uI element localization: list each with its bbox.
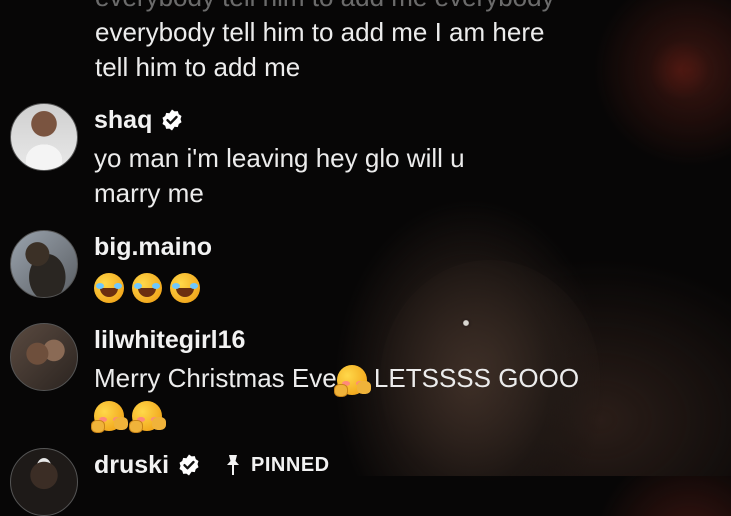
face-with-tears-of-joy-icon (132, 273, 162, 303)
comment-line: Merry Christmas Eve LETSSSS GOOO (94, 361, 580, 398)
verified-badge-icon (179, 454, 199, 476)
username[interactable]: shaq (94, 106, 152, 135)
comment-line: tell him to add me (95, 52, 301, 82)
avatar[interactable] (10, 323, 78, 391)
smiling-face-with-hearts-icon (333, 365, 367, 398)
comment-text-part: LETSSSS GOOO (366, 363, 580, 393)
avatar[interactable] (10, 230, 78, 298)
avatar[interactable] (10, 103, 78, 171)
username[interactable]: lilwhitegirl16 (94, 326, 245, 355)
comment-text-part: Merry Christmas Eve (94, 363, 337, 393)
continued-comment: everybody tell him to add me everybody e… (95, 0, 555, 85)
smiling-face-with-hearts-icon (129, 401, 162, 433)
comment-line-faded: everybody tell him to add me everybody (95, 0, 555, 15)
username[interactable]: druski (94, 451, 169, 480)
smiling-face-with-hearts-icon (91, 401, 124, 433)
pin-icon (227, 455, 240, 475)
comment-line: yo man i'm leaving hey glo will u (94, 143, 465, 173)
face-with-tears-of-joy-icon (94, 273, 124, 303)
face-with-tears-of-joy-icon (170, 273, 200, 303)
comment-line: marry me (94, 178, 204, 208)
pinned-label: PINNED (251, 453, 330, 476)
comment-line: everybody tell him to add me I am here (95, 17, 545, 47)
username[interactable]: big.maino (94, 233, 212, 262)
avatar[interactable] (10, 448, 78, 516)
verified-badge-icon (162, 109, 182, 131)
background-video-blur (650, 40, 710, 100)
